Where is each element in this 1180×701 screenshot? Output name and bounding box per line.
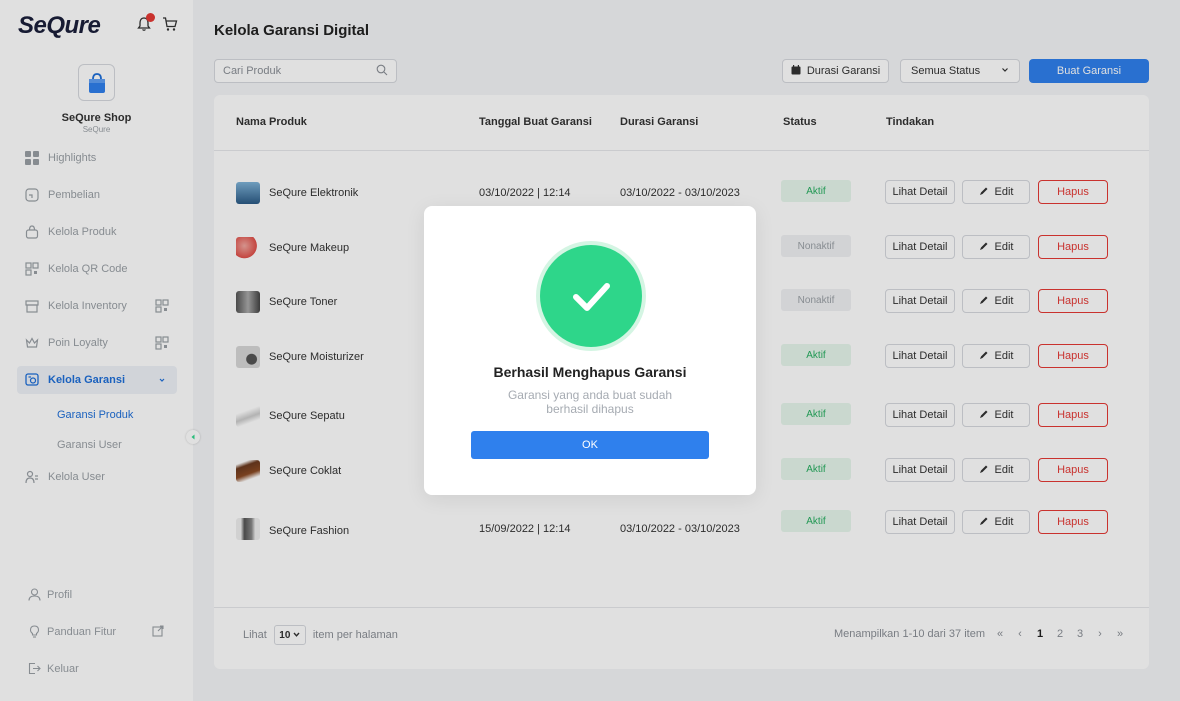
checkmark-icon — [540, 245, 642, 347]
dialog-message: Garansi yang anda buat sudah berhasil di… — [507, 388, 673, 416]
ok-button[interactable]: OK — [471, 431, 709, 459]
success-dialog: Berhasil Menghapus Garansi Garansi yang … — [424, 206, 756, 495]
dialog-title: Berhasil Menghapus Garansi — [493, 364, 687, 380]
success-icon — [536, 241, 646, 351]
